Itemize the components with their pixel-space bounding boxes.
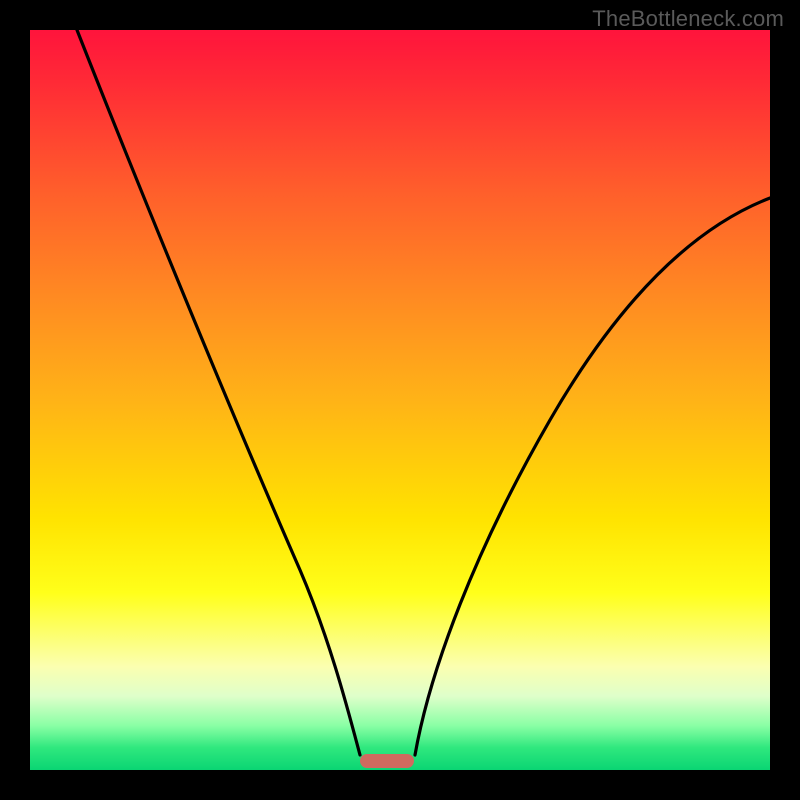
min-marker bbox=[360, 754, 414, 768]
right-curve bbox=[415, 198, 770, 755]
left-curve bbox=[77, 30, 360, 755]
plot-area bbox=[30, 30, 770, 770]
curves-svg bbox=[30, 30, 770, 770]
watermark-text: TheBottleneck.com bbox=[592, 6, 784, 32]
chart-frame: TheBottleneck.com bbox=[0, 0, 800, 800]
